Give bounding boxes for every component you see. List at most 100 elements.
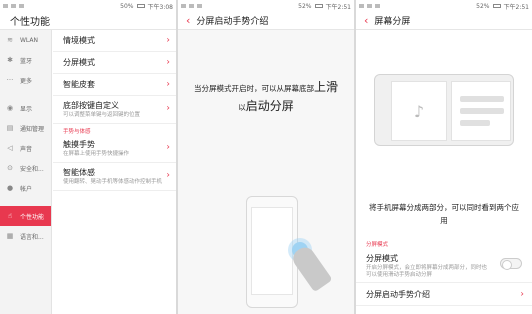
gesture-instructions: 当分屏模式开启时，可以从屏幕底部上滑 以启动分屏 — [178, 78, 354, 116]
item-title: 情境模式 — [63, 36, 95, 45]
sidebar-item-more[interactable]: ··· 更多 — [0, 70, 51, 90]
sidebar-item-label: 蓝牙 — [20, 57, 33, 65]
sidebar-item-display[interactable]: ◉ 显示 — [0, 98, 51, 118]
sidebar-item-wlan[interactable]: ≋ WLAN — [0, 30, 51, 50]
status-bar: 52% 下午2:51 — [178, 0, 354, 12]
battery-level: 50% — [120, 2, 134, 10]
feature-description: 将手机屏幕分成两部分，可以同时看到两个应用 — [369, 203, 519, 225]
keyboard-icon: ▦ — [6, 231, 14, 240]
item-title: 底部按键自定义 — [63, 101, 119, 110]
chevron-right-icon: › — [166, 79, 170, 89]
status-time: 下午2:51 — [325, 3, 351, 11]
back-arrow-icon[interactable]: ‹ — [364, 15, 368, 26]
title-bar: ‹ 屏幕分屏 — [356, 12, 532, 30]
sidebar-item-accounts[interactable]: ● 帐户 — [0, 178, 51, 198]
item-title: 触摸手势 — [63, 139, 95, 149]
chevron-right-icon: › — [166, 103, 170, 114]
sidebar-divider — [0, 90, 51, 98]
sidebar-item-security[interactable]: ⊙ 安全和... — [0, 158, 51, 178]
wifi-icon: ≋ — [7, 35, 13, 44]
split-mode-toggle[interactable] — [500, 258, 522, 270]
chevron-right-icon: › — [166, 170, 170, 181]
notification-icons — [359, 4, 383, 8]
setting-title: 分屏模式 — [366, 254, 398, 263]
text-line-illustration — [460, 120, 490, 126]
sidebar-item-label: 语言和... — [20, 233, 44, 241]
sidebar-item-label: 声音 — [20, 145, 33, 153]
item-title: 智能体感 — [63, 167, 95, 177]
list-item-smart-cover[interactable]: 智能皮套 › — [53, 74, 176, 96]
page-title: 个性功能 — [10, 17, 50, 28]
bluetooth-icon: ✱ — [7, 55, 13, 64]
screenshot-collage: 50% 下午3:08 个性功能 ≋ WLAN ✱ 蓝牙 ··· 更多 ◉ 显示 ▤ 通知管… — [0, 0, 532, 314]
item-subtitle: 在屏幕上使用手势快捷操作 — [63, 150, 130, 157]
section-header: 手势与体感 — [63, 128, 91, 135]
chevron-right-icon: › — [520, 289, 524, 299]
battery-icon — [314, 4, 323, 8]
chevron-right-icon: › — [166, 57, 170, 67]
item-subtitle: 使用翻转、晃动手机等体感动作控制手机 — [63, 178, 163, 185]
item-title: 智能皮套 — [63, 80, 95, 89]
settings-panel: 50% 下午3:08 个性功能 ≋ WLAN ✱ 蓝牙 ··· 更多 ◉ 显示 ▤ 通知管… — [0, 0, 176, 314]
sidebar-item-label: 个性功能 — [20, 213, 45, 221]
list-item-touch-gestures[interactable]: 触摸手势 在屏幕上使用手势快捷操作 › — [53, 135, 176, 163]
status-bar: 52% 下午2:51 — [356, 0, 532, 12]
section-header: 分屏模式 — [366, 242, 389, 248]
list-item-split-screen[interactable]: 分屏模式 › — [53, 52, 176, 74]
split-screen-panel: 52% 下午2:51 ‹ 屏幕分屏 ♪ 将手机屏幕分成两部分，可以同时看到两个应… — [356, 0, 532, 314]
battery-level: 52% — [298, 2, 312, 10]
page-title: 屏幕分屏 — [374, 17, 411, 27]
app-pane-illustration — [451, 81, 511, 141]
instruction-emphasis: 上滑 — [313, 80, 338, 94]
sidebar-item-bluetooth[interactable]: ✱ 蓝牙 — [0, 50, 51, 70]
sidebar-item-language[interactable]: ▦ 语言和... — [0, 226, 51, 246]
phone-screen — [251, 207, 293, 295]
gesture-intro-link[interactable]: 分屏启动手势介绍 › — [356, 284, 532, 306]
display-icon: ◉ — [6, 103, 14, 112]
user-icon: ● — [6, 183, 14, 192]
sidebar-item-label: 更多 — [20, 77, 33, 85]
notification-icons — [181, 4, 205, 8]
setting-subtitle: 开启分屏模式，会立即将屏幕分成两部分，同时也可以使用滑动手势启动分屏 — [366, 265, 488, 279]
battery-level: 52% — [476, 2, 490, 10]
sidebar-divider — [0, 198, 51, 206]
hand-icon: ☝ — [7, 211, 13, 220]
sidebar-item-label: 显示 — [20, 105, 33, 113]
phone-illustration — [246, 196, 298, 308]
sidebar-item-label: 安全和... — [20, 165, 44, 173]
battery-icon — [136, 4, 145, 8]
speaker-icon: ◁ — [7, 143, 13, 152]
title-bar: ‹ 分屏启动手势介绍 — [178, 12, 354, 30]
split-screen-illustration: ♪ — [374, 74, 514, 146]
notification-icons — [3, 4, 27, 8]
link-title: 分屏启动手势介绍 — [366, 290, 430, 299]
instruction-emphasis: 启动分屏 — [245, 99, 294, 114]
title-bar: 个性功能 — [0, 12, 176, 30]
music-note-icon: ♪ — [391, 81, 447, 141]
chevron-right-icon: › — [166, 142, 170, 153]
instruction-text: 以 — [238, 103, 246, 113]
list-item-bottom-keys[interactable]: 底部按键自定义可以调整菜单键与返回键的位置 › — [53, 96, 176, 124]
sidebar-item-label: WLAN — [20, 36, 39, 44]
status-time: 下午3:08 — [147, 3, 173, 11]
item-subtitle: 可以调整菜单键与返回键的位置 — [63, 112, 141, 118]
page-title: 分屏启动手势介绍 — [196, 17, 269, 27]
list-item-scene-mode[interactable]: 情境模式 › — [53, 30, 176, 52]
item-title: 分屏模式 — [63, 58, 95, 67]
chevron-right-icon: › — [166, 35, 170, 45]
sidebar-item-features[interactable]: ☝ 个性功能 — [0, 206, 51, 226]
more-icon: ··· — [6, 75, 14, 84]
sidebar-item-notifications[interactable]: ▤ 通知管理 — [0, 118, 51, 138]
sidebar-item-sound[interactable]: ◁ 声音 — [0, 138, 51, 158]
feature-list: 情境模式 › 分屏模式 › 智能皮套 › 底部按键自定义可以调整菜单键与返回键的位置 ›… — [53, 30, 176, 314]
back-arrow-icon[interactable]: ‹ — [186, 15, 190, 26]
gesture-intro-panel: 52% 下午2:51 ‹ 分屏启动手势介绍 当分屏模式开启时，可以从屏幕底部上滑… — [178, 0, 354, 314]
text-line-illustration — [460, 108, 504, 114]
battery-icon — [492, 4, 501, 8]
list-item-smart-motion[interactable]: 智能体感 使用翻转、晃动手机等体感动作控制手机 › — [53, 163, 176, 191]
status-bar: 50% 下午3:08 — [0, 0, 176, 12]
status-time: 下午2:51 — [503, 3, 529, 11]
location-icon: ⊙ — [7, 163, 13, 172]
text-line-illustration — [460, 96, 504, 102]
split-mode-setting[interactable]: 分屏模式 开启分屏模式，会立即将屏幕分成两部分，同时也可以使用滑动手势启动分屏 — [356, 250, 532, 284]
